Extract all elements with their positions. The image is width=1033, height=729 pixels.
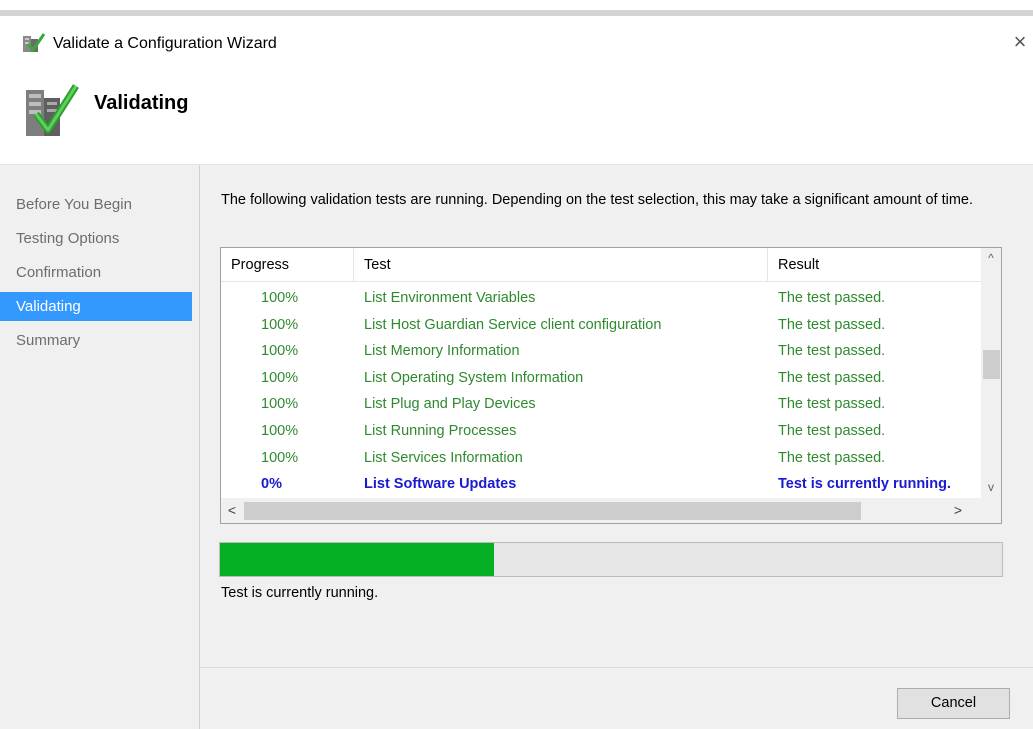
column-header-progress[interactable]: Progress	[221, 248, 354, 282]
row-progress: 100%	[261, 316, 299, 333]
horizontal-scroll-thumb[interactable]	[244, 502, 861, 520]
column-header-test[interactable]: Test	[354, 248, 768, 282]
row-result: The test passed.	[778, 369, 886, 386]
scroll-right-icon[interactable]: >	[947, 498, 969, 523]
row-test: List Services Information	[364, 449, 523, 466]
row-progress: 0%	[261, 476, 282, 493]
list-header: Progress Test Result	[221, 248, 981, 282]
row-test: List Environment Variables	[364, 290, 536, 306]
validation-wizard-icon	[22, 80, 80, 142]
overall-progress-bar	[219, 542, 1003, 577]
sidebar-item-confirmation[interactable]: Confirmation	[0, 258, 192, 287]
table-row[interactable]: 100% List Host Guardian Service client c…	[221, 313, 981, 340]
close-icon[interactable]: ×	[1008, 28, 1032, 56]
sidebar-item-testing-options[interactable]: Testing Options	[0, 224, 192, 253]
scroll-left-icon[interactable]: <	[221, 498, 243, 523]
page-title: Validating	[94, 92, 189, 114]
sidebar-item-summary[interactable]: Summary	[0, 326, 192, 355]
status-text: Test is currently running.	[221, 585, 379, 601]
row-result: The test passed.	[778, 316, 886, 333]
scroll-down-icon[interactable]: v	[981, 477, 1001, 497]
row-result: Test is currently running.	[778, 476, 951, 493]
table-row[interactable]: 100% List Operating System Information T…	[221, 366, 981, 393]
title-bar: Validate a Configuration Wizard ×	[0, 16, 1033, 70]
row-progress: 100%	[261, 396, 299, 413]
vertical-scrollbar[interactable]: ^ v	[981, 248, 1001, 498]
row-result: The test passed.	[778, 343, 886, 360]
progress-bar-fill	[220, 543, 494, 576]
scrollbar-corner	[981, 498, 1001, 523]
description-text: The following validation tests are runni…	[221, 192, 974, 208]
vertical-scroll-thumb[interactable]	[983, 350, 1000, 379]
table-row[interactable]: 100% List Running Processes The test pas…	[221, 419, 981, 446]
table-row[interactable]: 100% List Plug and Play Devices The test…	[221, 392, 981, 419]
test-rows: 100% List Environment Variables The test…	[221, 286, 981, 499]
table-row[interactable]: 100% List Environment Variables The test…	[221, 286, 981, 313]
row-test: List Operating System Information	[364, 369, 584, 386]
table-row-running[interactable]: 0% List Software Updates Test is current…	[221, 472, 981, 499]
row-test: List Plug and Play Devices	[364, 396, 536, 413]
wizard-app-icon	[22, 32, 46, 54]
row-progress: 100%	[261, 369, 299, 386]
row-progress: 100%	[261, 343, 299, 360]
row-result: The test passed.	[778, 449, 886, 466]
row-result: The test passed.	[778, 422, 886, 439]
cancel-button[interactable]: Cancel	[897, 688, 1010, 719]
test-list[interactable]: Progress Test Result 100% List Environme…	[220, 247, 1002, 524]
row-test: List Memory Information	[364, 343, 520, 360]
wizard-header: Validating	[0, 70, 1033, 164]
scroll-up-icon[interactable]: ^	[981, 248, 1001, 268]
table-row[interactable]: 100% List Services Information The test …	[221, 446, 981, 473]
row-progress: 100%	[261, 449, 299, 466]
row-test: List Running Processes	[364, 422, 517, 439]
row-result: The test passed.	[778, 290, 886, 306]
wizard-steps-sidebar: Before You Begin Testing Options Confirm…	[0, 165, 199, 729]
horizontal-scrollbar[interactable]: < >	[221, 498, 1001, 523]
column-header-result[interactable]: Result	[768, 248, 981, 282]
row-result: The test passed.	[778, 396, 886, 413]
row-progress: 100%	[261, 290, 299, 306]
main-panel: The following validation tests are runni…	[199, 165, 1033, 729]
sidebar-item-validating[interactable]: Validating	[0, 292, 192, 321]
sidebar-item-before-you-begin[interactable]: Before You Begin	[0, 190, 192, 219]
window-title: Validate a Configuration Wizard	[53, 35, 277, 52]
row-test: List Software Updates	[364, 476, 517, 493]
table-row[interactable]: 100% List Memory Information The test pa…	[221, 339, 981, 366]
row-test: List Host Guardian Service client config…	[364, 316, 662, 333]
row-progress: 100%	[261, 422, 299, 439]
footer-divider	[200, 667, 1033, 668]
